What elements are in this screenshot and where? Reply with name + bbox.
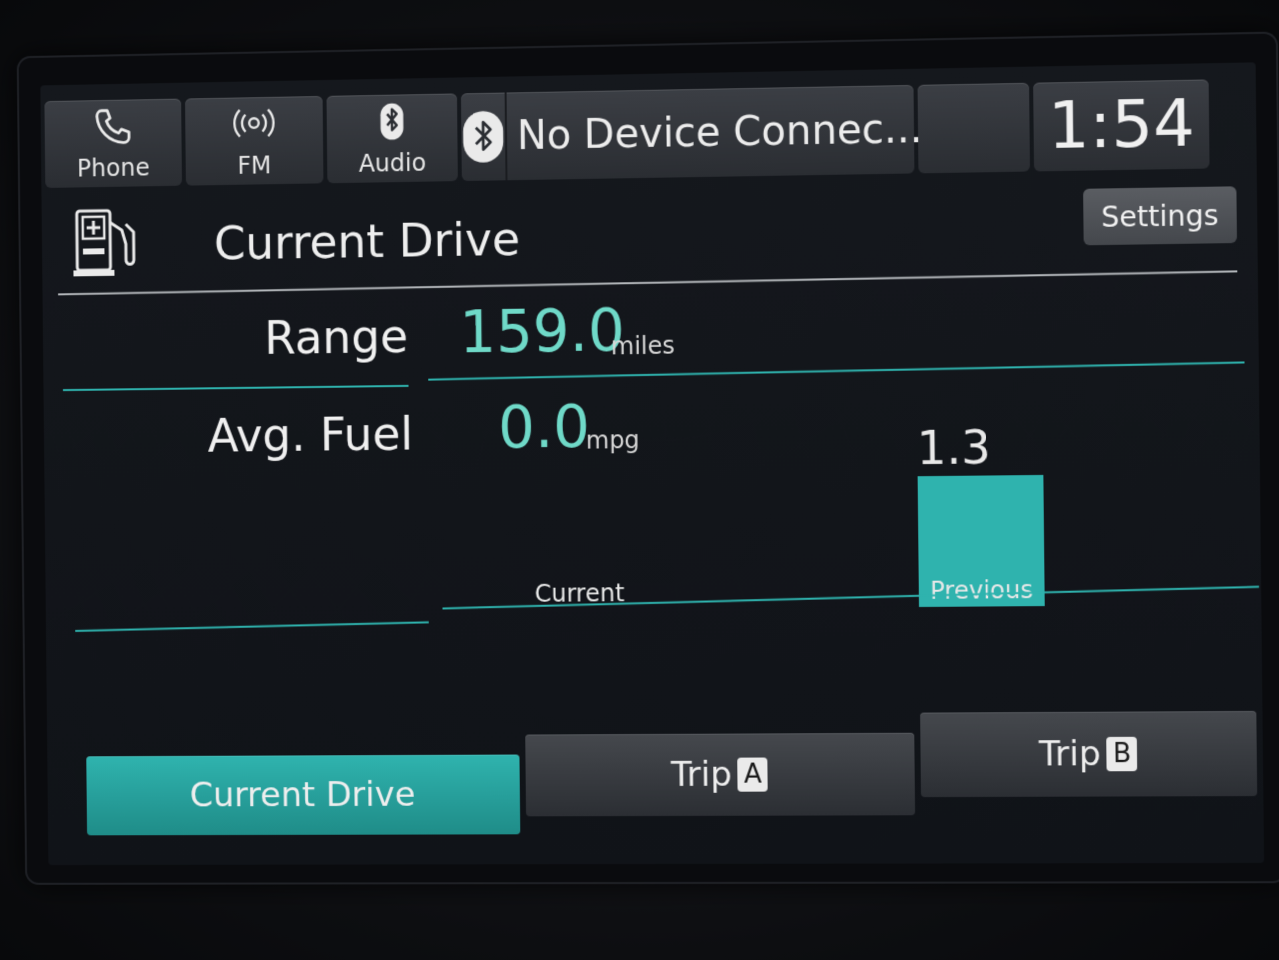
tab-label: Current Drive [189, 774, 416, 816]
tab-trip-b[interactable]: Trip B [920, 710, 1258, 798]
tab-current-drive[interactable]: Current Drive [86, 754, 521, 836]
tab-trip-a[interactable]: Trip A [525, 732, 916, 817]
tab-tag: B [1106, 736, 1138, 772]
tab-label: Trip [670, 754, 733, 795]
bar-value-previous: 1.3 [916, 421, 991, 476]
infotainment-screen: Phone FM Audio No Device Connec... 1:54 … [40, 62, 1265, 866]
tab-tag: A [737, 757, 768, 792]
display-bezel: Phone FM Audio No Device Connec... 1:54 … [16, 31, 1279, 885]
bar-label-previous: Previous [930, 576, 1033, 605]
trip-tabs: Current Drive Trip A Trip B [86, 710, 1258, 836]
tab-label: Trip [1038, 733, 1101, 775]
